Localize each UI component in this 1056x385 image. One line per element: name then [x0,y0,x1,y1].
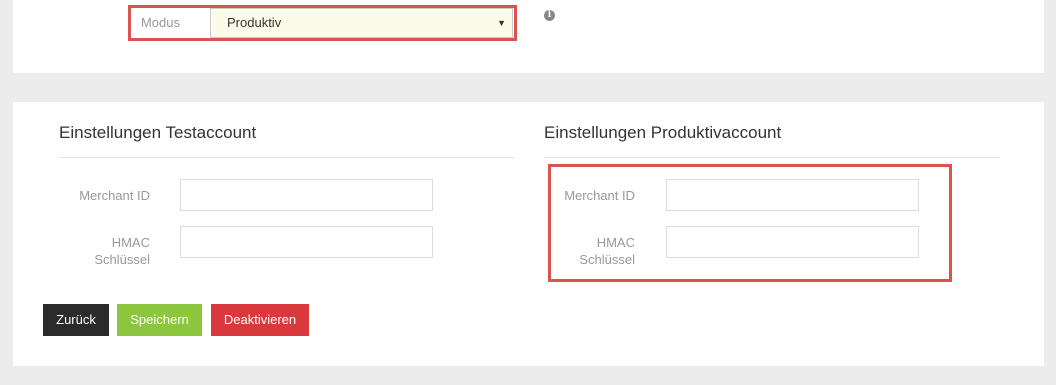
prod-hmac-input[interactable] [666,226,919,258]
mode-selected-value: Produktiv [227,15,282,30]
test-merchant-id-label: Merchant ID [79,188,150,203]
test-hmac-label: HMAC Schlüssel [60,234,150,268]
mode-select[interactable]: Produktiv ▼ [210,8,513,38]
info-icon[interactable]: i [544,10,555,21]
test-account-title: Einstellungen Testaccount [59,123,257,142]
prod-account-divider [544,157,1000,158]
deactivate-button[interactable]: Deaktivieren [211,304,309,336]
prod-hmac-label-line2: Schlüssel [579,252,635,267]
test-account-divider [59,157,514,158]
test-hmac-label-line1: HMAC [111,235,150,250]
prod-merchant-id-input[interactable] [666,179,919,211]
test-merchant-id-input[interactable] [180,179,433,211]
save-button[interactable]: Speichern [117,304,202,336]
test-hmac-input[interactable] [180,226,433,258]
mode-label: Modus [140,15,180,30]
prod-account-title: Einstellungen Produktivaccount [544,123,782,142]
prod-hmac-label: HMAC Schlüssel [545,234,635,268]
prod-merchant-id-label: Merchant ID [564,188,635,203]
prod-hmac-label-line1: HMAC [596,235,635,250]
back-button[interactable]: Zurück [43,304,109,336]
chevron-down-icon: ▼ [497,18,506,28]
test-hmac-label-line2: Schlüssel [94,252,150,267]
